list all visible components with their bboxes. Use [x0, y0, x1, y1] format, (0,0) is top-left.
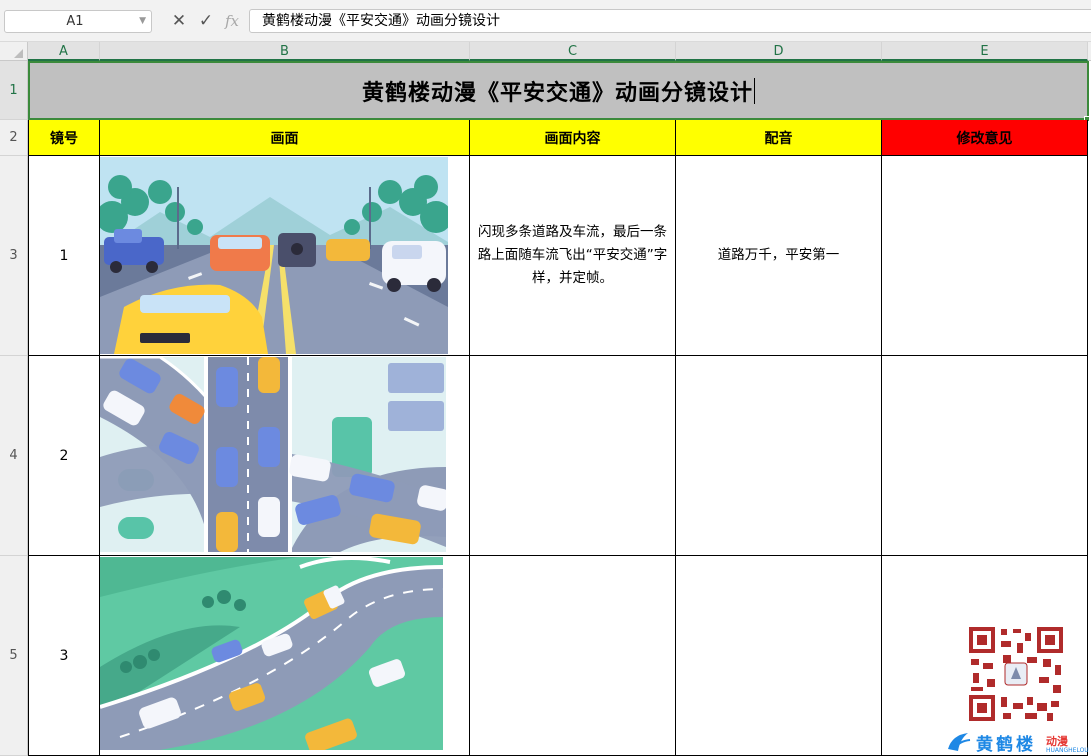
sheet-title: 黄鹤楼动漫《平安交通》动画分镜设计 [361, 80, 753, 106]
header-frame[interactable]: 画面 [100, 120, 470, 156]
revision-cell[interactable] [882, 156, 1088, 356]
title-cell[interactable]: 黄鹤楼动漫《平安交通》动画分镜设计 [28, 61, 1089, 120]
highway-traffic-illustration[interactable] [100, 157, 448, 354]
column-header-c[interactable]: C [470, 42, 676, 61]
column-headers: A B C D E [0, 42, 1091, 61]
close-icon[interactable]: ✕ [170, 12, 188, 30]
brand-logo: 黄鹤楼 动漫 HUANGHELOU [946, 729, 1091, 756]
check-icon[interactable]: ✓ [197, 12, 215, 30]
formula-bar: A1 ▼ ✕ ✓ fx 黄鹤楼动漫《平安交通》动画分镜设计 [0, 0, 1091, 42]
brand-name: 黄鹤楼 [976, 735, 1036, 755]
chevron-down-icon[interactable]: ▼ [139, 11, 146, 32]
fx-icon[interactable]: fx [223, 12, 241, 30]
formula-input[interactable]: 黄鹤楼动漫《平安交通》动画分镜设计 [249, 9, 1091, 33]
header-dubbing[interactable]: 配音 [676, 120, 882, 156]
qr-code [967, 625, 1065, 723]
row-header-1[interactable]: 1 [0, 61, 28, 120]
column-header-d[interactable]: D [676, 42, 882, 61]
revision-cell[interactable] [882, 356, 1088, 556]
dubbing-cell[interactable] [676, 556, 882, 756]
dubbing-cell[interactable]: 道路万千，平安第一 [676, 156, 882, 356]
text-cursor [754, 77, 755, 104]
overpass-traffic-illustration[interactable] [100, 357, 446, 552]
row-header-3[interactable]: 3 [0, 156, 28, 356]
header-shot-no[interactable]: 镜号 [28, 120, 100, 156]
header-revision[interactable]: 修改意见 [882, 120, 1088, 156]
column-header-b[interactable]: B [100, 42, 470, 61]
brand-logo-icon [948, 733, 971, 751]
select-all-icon [14, 49, 23, 58]
brand-english: HUANGHELOU [1046, 747, 1089, 754]
name-box-value: A1 [66, 14, 84, 29]
select-all-button[interactable] [0, 42, 28, 61]
frame-content-cell[interactable]: 闪现多条道路及车流，最后一条路上面随车流飞出“平安交通”字样，并定帧。 [470, 156, 676, 356]
frame-content-cell[interactable] [470, 556, 676, 756]
shot-number-cell[interactable]: 3 [28, 556, 100, 756]
column-header-a[interactable]: A [28, 42, 100, 61]
header-frame-content[interactable]: 画面内容 [470, 120, 676, 156]
dubbing-cell[interactable] [676, 356, 882, 556]
column-header-e[interactable]: E [882, 42, 1088, 61]
row-header-4[interactable]: 4 [0, 356, 28, 556]
row-header-5[interactable]: 5 [0, 556, 28, 756]
frame-content-cell[interactable] [470, 356, 676, 556]
curved-road-illustration[interactable] [100, 557, 443, 750]
row-header-2[interactable]: 2 [0, 120, 28, 156]
shot-number-cell[interactable]: 1 [28, 156, 100, 356]
name-box[interactable]: A1 ▼ [4, 10, 152, 33]
shot-number-cell[interactable]: 2 [28, 356, 100, 556]
